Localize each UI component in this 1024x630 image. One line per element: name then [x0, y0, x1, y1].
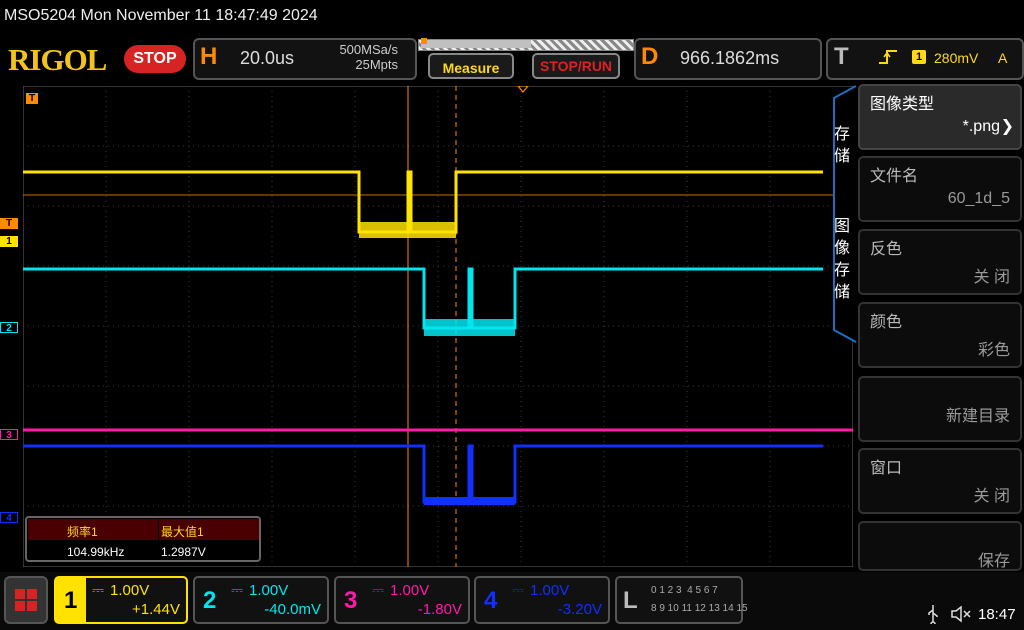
max-label: 最大值1: [161, 525, 204, 539]
waveform-display[interactable]: [23, 86, 853, 567]
tab-image-save-char: 图: [833, 218, 850, 235]
menu-save-label: 保存: [977, 553, 1010, 570]
channel-2-offset: -40.0mV: [264, 601, 321, 618]
channel-2-scale: 1.00V: [249, 582, 289, 599]
tab-image-save-char: 像: [833, 240, 850, 257]
channel-3-scale: 1.00V: [390, 582, 430, 599]
horizontal-letter: H: [200, 43, 218, 70]
trigger-marker-top: T: [26, 93, 38, 104]
menu-file-name-value: 60_1d_5: [947, 190, 1010, 207]
channel-3-settings[interactable]: 3 ⎓ 1.00V -1.80V: [334, 576, 470, 624]
menu-image-type[interactable]: 图像类型 *.png ❯: [858, 84, 1022, 150]
memory-depth: 25Mpts: [355, 57, 398, 72]
channel-4-coupling-icon: ⎓: [512, 582, 524, 599]
logic-row-2: 8 9 10 11 12 13 14 15: [651, 603, 748, 614]
measure-button[interactable]: Measure: [428, 53, 514, 79]
logic-row-1: 0 1 2 3 4 5 6 7: [651, 585, 718, 596]
menu-color[interactable]: 颜色 彩色: [858, 302, 1022, 368]
trigger-source-badge: 1: [912, 50, 926, 64]
measurement-panel[interactable]: 频率1 最大值1 104.99kHz 1.2987V: [25, 516, 261, 562]
menu-image-type-title: 图像类型: [870, 96, 935, 113]
menu-color-value: 彩色: [977, 342, 1010, 359]
channel-1-number: 1: [64, 587, 78, 614]
memory-view-window: [421, 40, 531, 48]
trigger-mode: A: [998, 50, 1008, 66]
freq-label: 频率1: [67, 525, 98, 539]
channel-4-settings[interactable]: 4 ⎓ 1.00V -3.20V: [474, 576, 610, 624]
usb-icon: [926, 604, 940, 629]
tab-save-char: 存: [833, 126, 850, 143]
menu-save[interactable]: 保存: [858, 521, 1022, 571]
channel-1-coupling-icon: ⎓: [92, 582, 104, 599]
channel-1-offset: +1.44V: [132, 601, 180, 618]
max-value: 1.2987V: [161, 545, 206, 559]
grid-menu-icon: [15, 589, 37, 611]
timebase-value: 20.0us: [240, 48, 295, 68]
channel-1-settings[interactable]: 1 ⎓ 1.00V +1.44V: [54, 576, 188, 624]
menu-file-name-title: 文件名: [870, 168, 919, 185]
menu-file-name[interactable]: 文件名 60_1d_5: [858, 156, 1022, 222]
menu-window[interactable]: 窗口 关 闭: [858, 448, 1022, 514]
channel-3-number: 3: [344, 587, 358, 614]
tab-image-save-char: 储: [833, 284, 850, 301]
trigger-level-marker[interactable]: T: [0, 218, 18, 229]
delay-letter: D: [641, 43, 659, 70]
freq-value: 104.99kHz: [67, 545, 125, 559]
trigger-letter: T: [834, 43, 849, 70]
channel-3-marker[interactable]: 3: [0, 429, 18, 441]
channel-3-offset: -1.80V: [417, 601, 462, 618]
menu-invert[interactable]: 反色 关 闭: [858, 229, 1022, 295]
menu-invert-title: 反色: [870, 241, 903, 258]
channel-4-number: 4: [484, 587, 498, 614]
stop-run-button[interactable]: STOP/RUN: [532, 53, 620, 79]
side-menu-tab-frame: [833, 85, 857, 343]
channel-2-number: 2: [203, 587, 217, 614]
channel-2-coupling-icon: ⎓: [231, 582, 243, 599]
menu-window-title: 窗口: [870, 460, 903, 477]
trigger-level: 280mV: [934, 50, 979, 66]
menu-window-value: 关 闭: [973, 488, 1010, 505]
menu-new-folder[interactable]: 新建目录: [858, 376, 1022, 442]
menu-new-folder-label: 新建目录: [945, 408, 1010, 425]
channel-4-marker[interactable]: 4: [0, 512, 18, 524]
delay-value: 966.1862ms: [680, 48, 780, 68]
rigol-logo: RIGOL: [8, 42, 107, 77]
tab-image-save[interactable]: 图 像 存 储: [831, 216, 853, 304]
speaker-muted-icon[interactable]: [950, 605, 972, 628]
tab-save-char: 储: [833, 148, 850, 165]
channel-1-marker[interactable]: 1: [0, 236, 18, 247]
channel-4-scale: 1.00V: [530, 582, 570, 599]
system-clock: 18:47: [978, 606, 1016, 623]
tab-image-save-char: 存: [833, 262, 850, 279]
menu-invert-value: 关 闭: [973, 269, 1010, 286]
channel-4-offset: -3.20V: [557, 601, 602, 618]
rising-edge-icon: [878, 48, 900, 69]
channel-3-coupling-icon: ⎓: [372, 582, 384, 599]
chevron-right-icon: ❯: [1000, 118, 1014, 135]
channel-2-marker[interactable]: 2: [0, 322, 18, 334]
window-title: MSO5204 Mon November 11 18:47:49 2024: [4, 7, 318, 24]
channel-2-settings[interactable]: 2 ⎓ 1.00V -40.0mV: [193, 576, 329, 624]
sample-rate: 500MSa/s: [339, 42, 398, 57]
tab-save[interactable]: 存 储: [831, 124, 853, 168]
trigger-position-marker: [421, 38, 427, 44]
channel-1-scale: 1.00V: [110, 582, 150, 599]
menu-image-type-value: *.png: [962, 118, 1000, 135]
menu-color-title: 颜色: [870, 314, 903, 331]
logic-letter: L: [623, 587, 638, 614]
main-menu-button[interactable]: [4, 576, 48, 624]
logic-channels-settings[interactable]: L 0 1 2 3 4 5 6 7 8 9 10 11 12 13 14 15: [615, 576, 748, 624]
run-state-badge[interactable]: STOP: [124, 45, 186, 73]
